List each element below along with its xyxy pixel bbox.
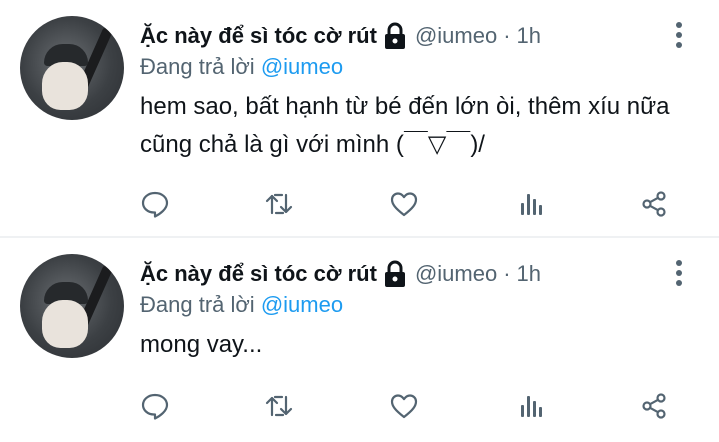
- display-name[interactable]: Ặc này để sì tóc cờ rút: [140, 261, 377, 287]
- timestamp[interactable]: 1h: [517, 261, 541, 287]
- user-handle[interactable]: @iumeo: [415, 23, 497, 49]
- replying-to-mention[interactable]: @iumeo: [261, 54, 343, 79]
- separator-dot: ·: [503, 261, 511, 286]
- replying-to: Đang trả lời @iumeo: [140, 54, 343, 80]
- retweet-icon: [265, 395, 293, 417]
- like-button[interactable]: [384, 184, 424, 224]
- heart-icon: [390, 192, 418, 217]
- tweet-text: mong vay...: [140, 331, 263, 358]
- like-button[interactable]: [384, 386, 424, 426]
- heart-icon: [390, 394, 418, 419]
- lock-icon: [383, 260, 407, 288]
- more-vertical-icon[interactable]: [675, 22, 683, 48]
- tweet-actions: [0, 386, 719, 426]
- avatar-face: [42, 300, 88, 348]
- retweet-button[interactable]: [259, 386, 299, 426]
- analytics-button[interactable]: [510, 386, 550, 426]
- avatar-face: [42, 62, 88, 110]
- tweet[interactable]: Ặc này để sì tóc cờ rút @iumeo · 1h Đang…: [0, 238, 719, 442]
- analytics-icon: [521, 194, 542, 215]
- reply-icon: [141, 191, 169, 218]
- share-icon: [642, 191, 666, 217]
- analytics-button[interactable]: [510, 184, 550, 224]
- more-vertical-icon[interactable]: [675, 260, 683, 286]
- analytics-icon: [521, 396, 542, 417]
- separator-dot: ·: [503, 23, 511, 48]
- tweet-header: Ặc này để sì tóc cờ rút @iumeo · 1h: [140, 19, 541, 53]
- display-name[interactable]: Ặc này để sì tóc cờ rút: [140, 23, 377, 49]
- share-button[interactable]: [634, 184, 674, 224]
- reply-button[interactable]: [135, 386, 175, 426]
- tweet-text: hem sao, bất hạnh từ bé đến lớn òi, thêm…: [140, 93, 670, 158]
- reply-button[interactable]: [135, 184, 175, 224]
- user-handle[interactable]: @iumeo: [415, 261, 497, 287]
- tweet-actions: [0, 184, 719, 224]
- replying-to-prefix: Đang trả lời: [140, 292, 255, 317]
- avatar[interactable]: [20, 254, 124, 358]
- retweet-icon: [265, 193, 293, 215]
- retweet-button[interactable]: [259, 184, 299, 224]
- avatar[interactable]: [20, 16, 124, 120]
- lock-icon: [383, 22, 407, 50]
- replying-to-mention[interactable]: @iumeo: [261, 292, 343, 317]
- share-icon: [642, 393, 666, 419]
- reply-icon: [141, 393, 169, 420]
- timestamp[interactable]: 1h: [517, 23, 541, 49]
- tweet[interactable]: Ặc này để sì tóc cờ rút @iumeo · 1h Đang…: [0, 0, 719, 236]
- tweet-header: Ặc này để sì tóc cờ rút @iumeo · 1h: [140, 257, 541, 291]
- replying-to: Đang trả lời @iumeo: [140, 292, 343, 318]
- replying-to-prefix: Đang trả lời: [140, 54, 255, 79]
- share-button[interactable]: [634, 386, 674, 426]
